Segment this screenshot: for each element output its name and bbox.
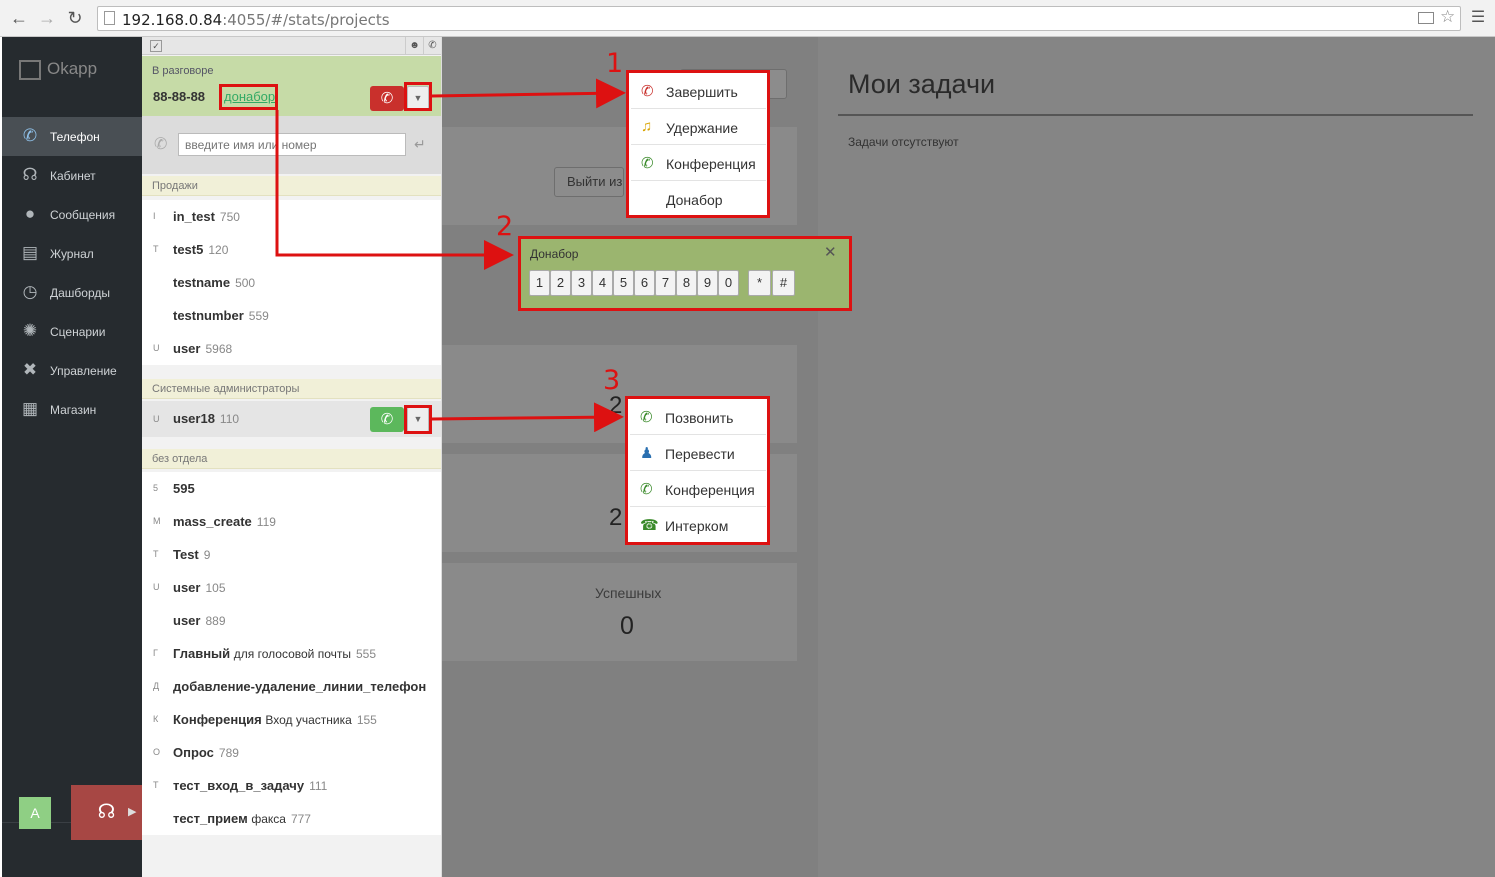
- contact-actions-menu: ✆ Позвонить ♟ Перевести ✆ Конференция ☎ Инте…: [625, 396, 770, 545]
- dialpad-key[interactable]: 1: [529, 270, 550, 296]
- dialpad-key[interactable]: 0: [718, 270, 739, 296]
- phone-plus-icon: ✆: [641, 155, 654, 172]
- phone-plus-icon: ✆: [640, 481, 653, 498]
- annotation-number-1: 1: [606, 48, 624, 79]
- hangup-icon: ✆: [641, 83, 654, 100]
- dialpad-key[interactable]: 9: [697, 270, 718, 296]
- menu-item-label: Интерком: [665, 518, 729, 534]
- annotation-number-2: 2: [496, 211, 514, 242]
- menu-item-redial[interactable]: Донабор: [631, 183, 766, 217]
- dialpad-title: Донабор: [530, 247, 579, 261]
- phone-icon: ✆: [640, 409, 653, 426]
- dialpad-key-special[interactable]: #: [772, 270, 795, 296]
- menu-item-label: Позвонить: [665, 410, 734, 426]
- dialpad-key[interactable]: 5: [613, 270, 634, 296]
- menu-item-label: Конференция: [665, 482, 755, 498]
- music-note-icon: ♫: [641, 118, 653, 135]
- menu-item-label: Перевести: [665, 446, 735, 462]
- transfer-user-icon: ♟: [640, 445, 654, 462]
- dialpad-key[interactable]: 8: [676, 270, 697, 296]
- annotation-number-3: 3: [603, 365, 621, 396]
- dialpad-key[interactable]: 7: [655, 270, 676, 296]
- dialpad-key[interactable]: 4: [592, 270, 613, 296]
- intercom-icon: ☎: [640, 517, 659, 534]
- dialpad-key-special[interactable]: *: [748, 270, 771, 296]
- menu-item-hold[interactable]: ♫ Удержание: [631, 111, 766, 145]
- dialpad-popup: Донабор ✕ 1 2 3 4 5 6 7 8 9 0 * #: [518, 236, 852, 311]
- close-icon[interactable]: ✕: [824, 243, 837, 261]
- menu-item-label: Удержание: [666, 120, 739, 136]
- menu-item-label: Донабор: [666, 192, 723, 208]
- menu-item-transfer[interactable]: ♟ Перевести: [630, 437, 766, 471]
- menu-item-conference[interactable]: ✆ Конференция: [630, 473, 766, 507]
- menu-item-conference[interactable]: ✆ Конференция: [631, 147, 766, 181]
- dialpad-key[interactable]: 2: [550, 270, 571, 296]
- menu-item-label: Конференция: [666, 156, 756, 172]
- dialpad-key[interactable]: 6: [634, 270, 655, 296]
- menu-item-intercom[interactable]: ☎ Интерком: [630, 509, 766, 543]
- menu-item-hangup[interactable]: ✆ Завершить: [631, 75, 766, 109]
- menu-item-label: Завершить: [666, 84, 738, 100]
- dialpad-key[interactable]: 3: [571, 270, 592, 296]
- call-actions-menu: ✆ Завершить ♫ Удержание ✆ Конференция Донаб…: [626, 70, 770, 218]
- menu-item-call[interactable]: ✆ Позвонить: [630, 401, 766, 435]
